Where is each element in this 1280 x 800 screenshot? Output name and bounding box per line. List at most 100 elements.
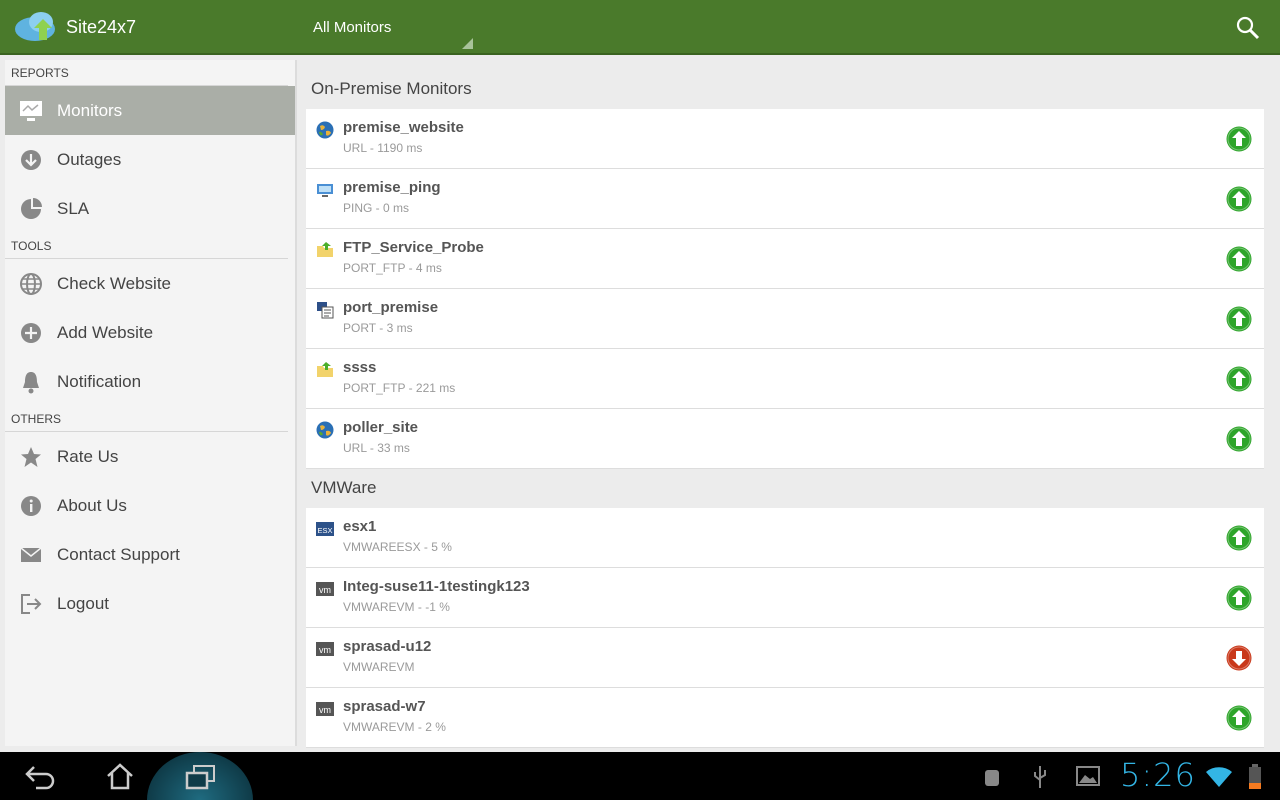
android-debug-icon xyxy=(985,770,999,786)
monitor-row[interactable]: premise_ping PING - 0 ms xyxy=(306,169,1264,229)
monitor-name: sprasad-w7 xyxy=(343,698,426,715)
app-title: Site24x7 xyxy=(66,17,137,37)
status-up-icon xyxy=(1226,426,1252,452)
sidebar-item-label: SLA xyxy=(57,198,90,218)
sidebar-item-label: Logout xyxy=(57,593,109,613)
monitor-row[interactable]: premise_website URL - 1190 ms xyxy=(306,109,1264,169)
svg-text:vm: vm xyxy=(319,645,331,655)
monitor-name: sprasad-u12 xyxy=(343,638,432,655)
monitor-name: ssss xyxy=(343,359,377,376)
download-arrow-icon xyxy=(19,148,43,172)
monitor-detail: VMWAREVM xyxy=(343,660,415,674)
ping-monitor-icon xyxy=(316,181,334,199)
app-header: Site24x7 All Monitors xyxy=(0,0,1280,55)
monitor-icon xyxy=(19,99,43,123)
sidebar-item-check-website[interactable]: Check Website xyxy=(5,259,295,308)
monitor-filter-dropdown[interactable]: All Monitors xyxy=(313,19,391,36)
clock: 5:26 xyxy=(1120,756,1196,794)
esx-icon: ESX xyxy=(316,520,334,538)
monitor-row[interactable]: FTP_Service_Probe PORT_FTP - 4 ms xyxy=(306,229,1264,289)
status-up-icon xyxy=(1226,306,1252,332)
sidebar-item-about-us[interactable]: About Us xyxy=(5,481,295,530)
monitor-detail: PORT - 3 ms xyxy=(343,321,413,335)
sidebar-item-notification[interactable]: Notification xyxy=(5,357,295,406)
monitor-detail: PING - 0 ms xyxy=(343,201,410,215)
mail-icon xyxy=(19,543,43,567)
sidebar-item-label: Check Website xyxy=(57,273,172,293)
dropdown-triangle-icon[interactable] xyxy=(462,38,473,49)
sidebar-item-contact-support[interactable]: Contact Support xyxy=(5,530,295,579)
monitor-detail: VMWAREVM - -1 % xyxy=(343,600,450,614)
sidebar-item-monitors[interactable]: Monitors xyxy=(5,86,295,135)
monitor-name: Integ-suse11-1testingk123 xyxy=(343,578,530,595)
svg-text:ESX: ESX xyxy=(317,526,332,535)
sidebar-item-label: Contact Support xyxy=(57,544,180,564)
vm-icon: vm xyxy=(316,580,334,598)
bell-icon xyxy=(19,370,43,394)
site24x7-logo-icon xyxy=(15,12,55,41)
sidebar-item-add-website[interactable]: Add Website xyxy=(5,308,295,357)
monitor-name: port_premise xyxy=(343,299,439,316)
monitor-name: premise_website xyxy=(343,119,464,136)
sidebar-item-outages[interactable]: Outages xyxy=(5,135,295,184)
status-up-icon xyxy=(1226,246,1252,272)
sidebar-item-label: Add Website xyxy=(57,322,154,342)
navigation-drawer: REPORTS Monitors Outages SLA TOOLS Check Webs… xyxy=(5,60,295,746)
status-up-icon xyxy=(1226,525,1252,551)
system-navigation-bar: 5:26 xyxy=(0,752,1280,800)
sidebar-item-label: Outages xyxy=(57,149,122,169)
ftp-folder-icon xyxy=(316,241,334,259)
sidebar-item-sla[interactable]: SLA xyxy=(5,184,295,233)
monitor-row[interactable]: port_premise PORT - 3 ms xyxy=(306,289,1264,349)
section-header-reports: REPORTS xyxy=(5,60,288,86)
star-icon xyxy=(19,445,43,469)
monitor-detail: URL - 33 ms xyxy=(343,441,410,455)
status-up-icon xyxy=(1226,126,1252,152)
monitor-detail: URL - 1190 ms xyxy=(343,141,423,155)
sidebar-item-label: Monitors xyxy=(57,100,123,120)
status-up-icon xyxy=(1226,366,1252,392)
group-title: On-Premise Monitors xyxy=(311,79,472,98)
monitor-detail: VMWAREVM - 2 % xyxy=(343,720,446,734)
monitor-row[interactable]: ssss PORT_FTP - 221 ms xyxy=(306,349,1264,409)
monitor-detail: PORT_FTP - 221 ms xyxy=(343,381,456,395)
sidebar-item-label: Rate Us xyxy=(57,446,119,466)
section-header-others: OTHERS xyxy=(5,406,288,432)
pie-chart-icon xyxy=(19,197,43,221)
globe-icon xyxy=(316,121,334,139)
monitor-row[interactable]: vm sprasad-u12 VMWAREVM xyxy=(306,628,1264,688)
monitor-detail: PORT_FTP - 4 ms xyxy=(343,261,442,275)
status-up-icon xyxy=(1226,705,1252,731)
sidebar-item-logout[interactable]: Logout xyxy=(5,579,295,628)
recent-apps-icon[interactable] xyxy=(185,764,217,790)
sidebar-item-label: Notification xyxy=(57,371,142,391)
monitor-row[interactable]: vm sprasad-w7 VMWAREVM - 2 % xyxy=(306,688,1264,748)
usb-icon xyxy=(1034,766,1046,788)
info-icon xyxy=(19,494,43,518)
monitor-name: FTP_Service_Probe xyxy=(343,239,484,256)
monitor-row[interactable]: poller_site URL - 33 ms xyxy=(306,409,1264,469)
back-icon[interactable] xyxy=(24,764,56,790)
sidebar-item-rate-us[interactable]: Rate Us xyxy=(5,432,295,481)
svg-text:vm: vm xyxy=(319,705,331,715)
pane-divider xyxy=(295,60,297,746)
svg-text:vm: vm xyxy=(319,585,331,595)
status-up-icon xyxy=(1226,186,1252,212)
monitor-name: poller_site xyxy=(343,419,419,436)
port-monitor-icon xyxy=(316,301,334,319)
monitor-list: On-Premise Monitors premise_website URL … xyxy=(306,70,1264,748)
globe-icon xyxy=(316,421,334,439)
monitor-row[interactable]: vm Integ-suse11-1testingk123 VMWAREVM - … xyxy=(306,568,1264,628)
status-up-icon xyxy=(1226,585,1252,611)
search-icon[interactable] xyxy=(1236,16,1260,40)
plus-circle-icon xyxy=(19,321,43,345)
monitor-name: esx1 xyxy=(343,518,377,535)
section-header-tools: TOOLS xyxy=(5,233,288,259)
monitor-row[interactable]: ESX esx1 VMWAREESX - 5 % xyxy=(306,508,1264,568)
globe-icon xyxy=(19,272,43,296)
group-title: VMWare xyxy=(311,478,377,497)
home-icon[interactable] xyxy=(105,762,135,790)
status-down-icon xyxy=(1226,645,1252,671)
ftp-folder-icon xyxy=(316,361,334,379)
screenshot-icon xyxy=(1076,766,1100,786)
